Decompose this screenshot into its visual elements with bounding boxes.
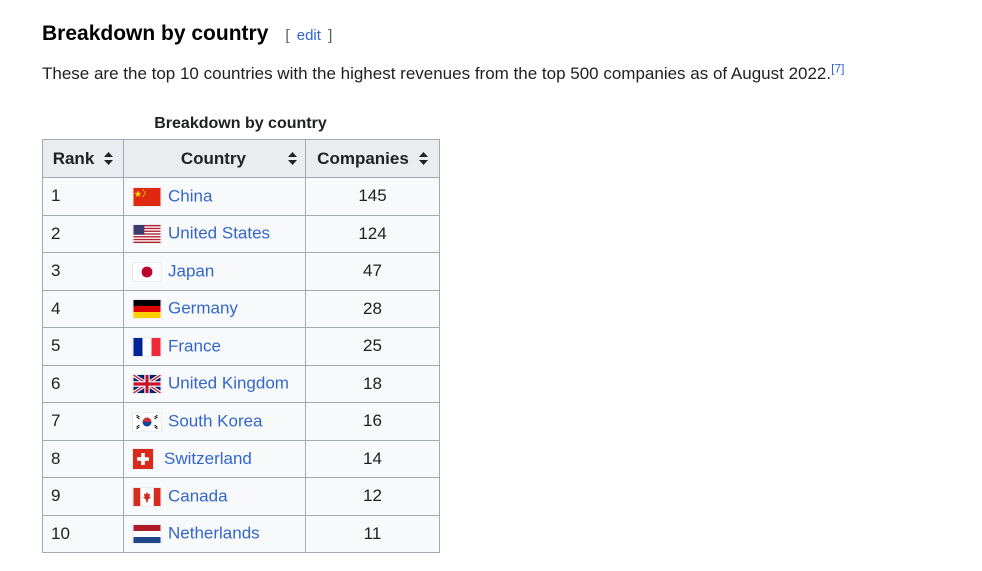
canada-flag-icon[interactable] — [132, 486, 162, 507]
rank-cell: 7 — [42, 402, 124, 441]
france-flag-icon[interactable] — [132, 336, 162, 357]
sort-icon[interactable] — [104, 152, 114, 165]
rank-cell: 3 — [42, 252, 124, 291]
companies-cell: 11 — [305, 514, 440, 553]
country-link[interactable]: Canada — [168, 487, 228, 506]
japan-flag-icon[interactable] — [132, 261, 162, 282]
rank-cell: 1 — [42, 177, 124, 216]
rank-cell: 4 — [42, 289, 124, 328]
country-cell: Netherlands — [123, 514, 306, 553]
rank-cell: 6 — [42, 364, 124, 403]
sort-icon[interactable] — [418, 152, 428, 165]
companies-cell: 124 — [305, 214, 440, 253]
country-cell: France — [123, 327, 306, 366]
edit-link[interactable]: edit — [294, 27, 324, 44]
header-row: Rank Country Companies — [42, 139, 440, 178]
companies-cell: 16 — [305, 402, 440, 441]
table-row: 2 United States 124 — [42, 214, 440, 253]
table-row: 3 Japan 47 — [42, 252, 440, 291]
section-title: Breakdown by country — [42, 22, 269, 45]
table-row: 6 United Kingdom 18 — [42, 364, 440, 403]
netherlands-flag-icon[interactable] — [132, 524, 162, 544]
reference-link[interactable]: [7] — [831, 61, 844, 75]
country-header-label: Country — [180, 148, 246, 168]
country-table: Rank Country Companies 1 China 145 2 Uni… — [42, 139, 440, 553]
sort-icon[interactable] — [288, 152, 297, 165]
companies-cell: 145 — [305, 177, 440, 216]
country-link[interactable]: Netherlands — [168, 524, 260, 543]
rank-cell: 8 — [42, 439, 124, 478]
japan-flag-icon[interactable] — [132, 261, 162, 282]
switzerland-flag-icon[interactable] — [132, 447, 154, 470]
table-row: 10 Netherlands 11 — [42, 514, 440, 553]
section-heading: Breakdown by country [ edit ] — [42, 22, 332, 46]
rank-cell: 9 — [42, 477, 124, 516]
country-cell: United States — [123, 214, 306, 253]
rank-cell: 2 — [42, 214, 124, 253]
rank-cell: 10 — [42, 514, 124, 553]
table-row: 7 South Korea 16 — [42, 402, 440, 441]
intro-text: These are the top 10 countries with the … — [42, 64, 832, 83]
country-cell: Canada — [123, 477, 306, 516]
country-header[interactable]: Country — [123, 139, 306, 178]
country-cell: Switzerland — [123, 439, 306, 478]
companies-cell: 18 — [305, 364, 440, 403]
reference-superscript: [7] — [831, 61, 844, 75]
country-link[interactable]: United States — [168, 224, 270, 243]
country-link[interactable]: Japan — [168, 262, 214, 281]
country-cell: China — [123, 177, 306, 216]
companies-cell: 47 — [305, 252, 440, 291]
united-states-flag-icon[interactable] — [132, 224, 162, 244]
companies-header-label: Companies — [317, 148, 409, 168]
country-cell: Germany — [123, 289, 306, 328]
table-row: 1 China 145 — [42, 177, 440, 216]
china-flag-icon[interactable] — [132, 186, 162, 207]
rank-header-label: Rank — [52, 148, 95, 168]
country-link[interactable]: South Korea — [168, 412, 263, 431]
united-kingdom-flag-icon[interactable] — [132, 374, 162, 394]
country-link[interactable]: France — [168, 337, 221, 356]
edit-bracket-open: [ — [285, 27, 290, 44]
table-row: 4 Germany 28 — [42, 289, 440, 328]
table-caption: Breakdown by country — [154, 115, 327, 132]
companies-cell: 28 — [305, 289, 440, 328]
country-link[interactable]: United Kingdom — [168, 374, 289, 393]
canada-flag-icon[interactable] — [132, 486, 162, 507]
edit-bracket-close: ] — [328, 27, 333, 44]
netherlands-flag-icon[interactable] — [132, 524, 162, 544]
companies-cell: 12 — [305, 477, 440, 516]
edit-section: [ edit ] — [285, 27, 332, 44]
united-kingdom-flag-icon[interactable] — [132, 374, 162, 394]
table-row: 9 Canada 12 — [42, 477, 440, 516]
country-cell: Japan — [123, 252, 306, 291]
country-link[interactable]: Germany — [168, 299, 238, 318]
country-link[interactable]: Switzerland — [164, 449, 252, 468]
united-states-flag-icon[interactable] — [132, 224, 162, 244]
germany-flag-icon[interactable] — [132, 299, 162, 319]
companies-header[interactable]: Companies — [305, 139, 440, 178]
germany-flag-icon[interactable] — [132, 299, 162, 319]
country-link[interactable]: China — [168, 187, 212, 206]
rank-header[interactable]: Rank — [42, 139, 124, 178]
companies-cell: 14 — [305, 439, 440, 478]
france-flag-icon[interactable] — [132, 336, 162, 357]
south-korea-flag-icon[interactable] — [132, 411, 162, 432]
switzerland-flag-icon[interactable] — [132, 447, 158, 470]
country-cell: United Kingdom — [123, 364, 306, 403]
companies-cell: 25 — [305, 327, 440, 366]
rank-cell: 5 — [42, 327, 124, 366]
intro-paragraph: These are the top 10 countries with the … — [42, 61, 844, 84]
table-row: 8 Switzerland 14 — [42, 439, 440, 478]
south-korea-flag-icon[interactable] — [132, 411, 162, 432]
table-row: 5 France 25 — [42, 327, 440, 366]
country-cell: South Korea — [123, 402, 306, 441]
china-flag-icon[interactable] — [132, 186, 162, 207]
